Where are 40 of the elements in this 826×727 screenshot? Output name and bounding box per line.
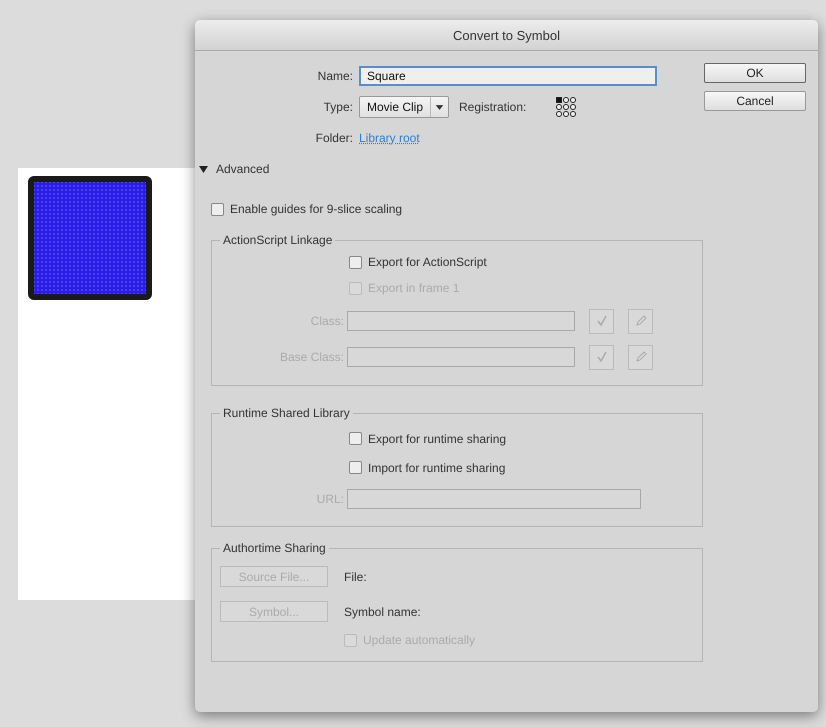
disclosure-triangle-icon[interactable] xyxy=(199,164,208,174)
checkbox[interactable] xyxy=(349,432,362,445)
checkbox-label: Enable guides for 9-slice scaling xyxy=(230,202,402,216)
registration-point[interactable] xyxy=(563,104,570,110)
field-label: Name: xyxy=(316,69,353,83)
registration-point[interactable] xyxy=(563,97,570,103)
group-title: Authortime Sharing xyxy=(222,541,327,555)
section-toggle[interactable]: Advanced xyxy=(216,162,270,176)
checkbox-label: Export for ActionScript xyxy=(368,255,487,269)
group-title: ActionScript Linkage xyxy=(222,233,334,247)
type-dropdown[interactable]: Movie Clip xyxy=(359,96,449,118)
window-title: Convert to Symbol xyxy=(453,28,560,42)
pencil-icon xyxy=(634,351,646,363)
checkbox[interactable] xyxy=(349,461,362,474)
registration-point[interactable] xyxy=(556,97,562,103)
field-label: Type: xyxy=(322,100,353,114)
field-label: Folder: xyxy=(314,131,353,145)
field-label: Registration: xyxy=(459,100,526,114)
checkbox[interactable] xyxy=(349,256,362,268)
class-field[interactable] xyxy=(347,311,575,331)
registration-point[interactable] xyxy=(570,111,576,117)
name-field[interactable]: Square xyxy=(359,66,657,86)
registration-point[interactable] xyxy=(556,104,562,110)
field-label: File: xyxy=(344,570,367,584)
checkbox-label: Export for runtime sharing xyxy=(368,432,506,446)
checkmark-icon xyxy=(596,315,608,327)
checkmark-icon xyxy=(596,351,608,363)
group-title: Runtime Shared Library xyxy=(222,406,351,420)
registration-point[interactable] xyxy=(570,104,576,110)
field-label: Symbol name: xyxy=(344,604,421,618)
checkbox[interactable] xyxy=(211,202,224,216)
class-field[interactable] xyxy=(347,347,575,367)
checkbox-label: Import for runtime sharing xyxy=(368,460,506,474)
url-field[interactable] xyxy=(347,489,641,509)
registration-point[interactable] xyxy=(556,111,562,117)
dialog-button[interactable]: Cancel xyxy=(704,91,806,111)
registration-point[interactable] xyxy=(563,111,570,117)
pencil-icon xyxy=(634,315,646,327)
dialog-button[interactable]: OK xyxy=(704,63,806,83)
registration-point[interactable] xyxy=(570,97,576,103)
